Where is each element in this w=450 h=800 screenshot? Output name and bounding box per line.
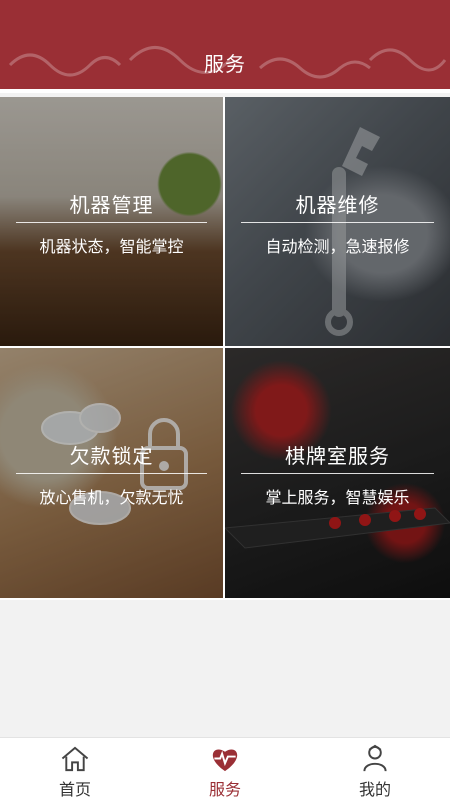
profile-icon — [363, 744, 387, 772]
tile-divider — [16, 222, 207, 223]
tile-subtitle: 掌上服务，智慧娱乐 — [265, 488, 410, 507]
tile-divider — [16, 473, 207, 474]
tile-divider — [241, 222, 434, 223]
nav-services-label: 服务 — [208, 780, 241, 799]
tile-subtitle: 机器状态，智能掌控 — [39, 237, 184, 256]
header-divider — [0, 89, 450, 93]
tile-divider — [241, 473, 434, 474]
nav-services[interactable]: 服务 — [150, 738, 300, 800]
nav-home-label: 首页 — [58, 780, 91, 799]
tile-title: 欠款锁定 — [69, 444, 154, 468]
tile-subtitle: 自动检测，急速报修 — [265, 237, 410, 256]
nav-profile-label: 我的 — [358, 780, 391, 799]
service-tile-machine-management[interactable]: 机器管理 机器状态，智能掌控 — [0, 97, 225, 348]
nav-home[interactable]: 首页 — [0, 738, 150, 800]
tile-title: 机器维修 — [295, 193, 380, 217]
service-grid: 机器管理 机器状态，智能掌控 机器维修 自动检测，急速报修 欠款锁定 放心售机，… — [0, 97, 450, 600]
service-tile-chess-room[interactable]: 棋牌室服务 掌上服务，智慧娱乐 — [225, 348, 450, 600]
heart-pulse-icon — [212, 749, 238, 772]
service-tile-machine-repair[interactable]: 机器维修 自动检测，急速报修 — [225, 97, 450, 348]
tile-subtitle: 放心售机，欠款无忧 — [39, 488, 184, 507]
app-header: 服务 — [0, 0, 450, 93]
tile-title: 棋牌室服务 — [285, 444, 390, 468]
page-title: 服务 — [204, 52, 246, 76]
bottom-nav: 首页 服务 我的 — [0, 737, 450, 800]
home-icon — [61, 746, 89, 772]
tile-title: 机器管理 — [69, 193, 154, 217]
service-tile-debt-lock[interactable]: 欠款锁定 放心售机，欠款无忧 — [0, 348, 225, 600]
nav-profile[interactable]: 我的 — [300, 738, 450, 800]
